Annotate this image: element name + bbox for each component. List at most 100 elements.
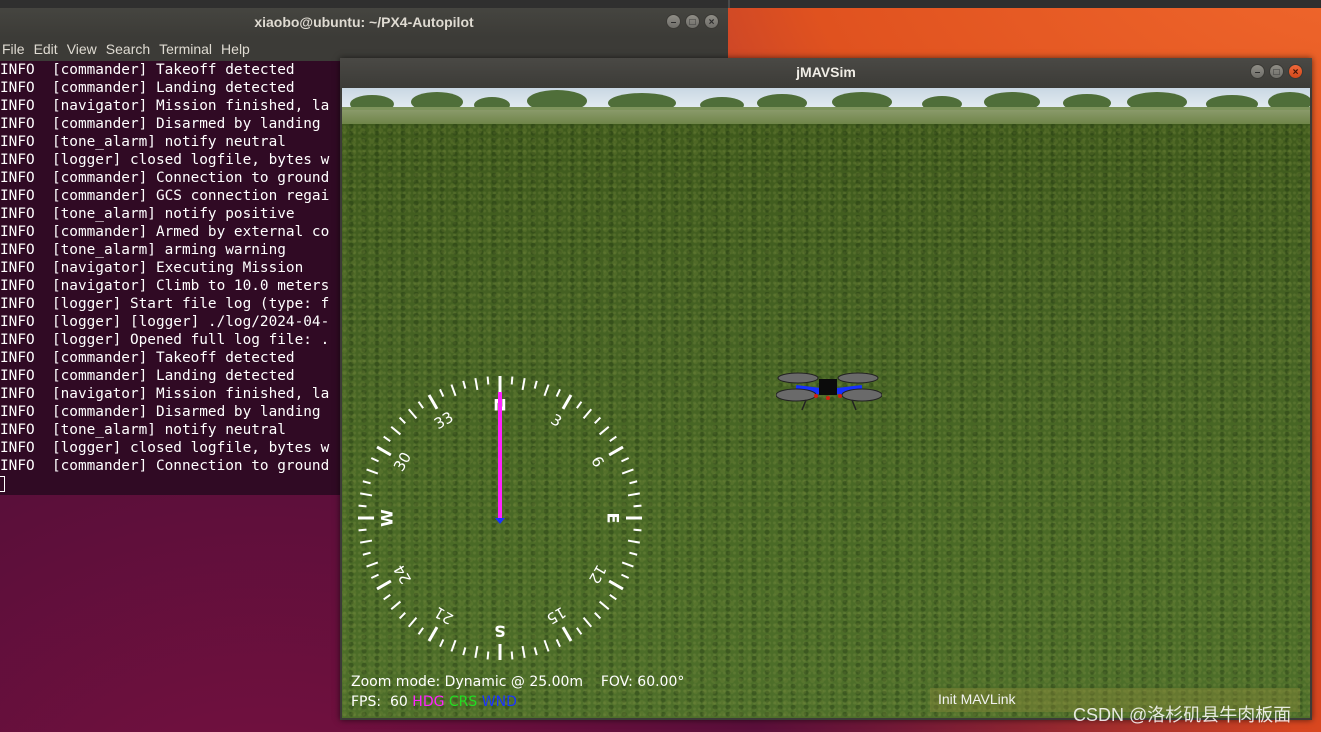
compass-tick <box>417 627 424 635</box>
compass-tick <box>358 504 367 508</box>
compass-degree-label: 15 <box>543 603 569 628</box>
maximize-button[interactable]: □ <box>685 14 700 29</box>
compass-tick <box>533 380 538 389</box>
compass-tick <box>398 416 406 424</box>
jmavsim-title: jMAVSim <box>796 64 856 80</box>
compass-tick <box>621 561 634 568</box>
fps-label: FPS: <box>351 694 382 710</box>
jmavsim-window[interactable]: jMAVSim – □ × 3 6 E 12 15 S 21 24 W 30 3… <box>340 58 1312 720</box>
compass-tick <box>486 376 490 385</box>
compass-tick <box>608 445 624 457</box>
compass-tick <box>598 425 610 436</box>
compass-degree-label: 3 <box>548 410 565 430</box>
compass-degree-label: 30 <box>390 449 415 475</box>
compass-rose: N36E1215S2124W3033 <box>358 376 642 660</box>
compass-degree-label: 33 <box>431 408 457 433</box>
compass-tick <box>576 627 583 635</box>
compass-tick <box>439 388 445 397</box>
menu-terminal[interactable]: Terminal <box>157 41 216 57</box>
compass-tick <box>390 425 402 436</box>
compass-tick <box>370 457 379 463</box>
compass-tick <box>621 573 630 579</box>
compass-tick <box>366 468 379 475</box>
minimize-button[interactable]: – <box>1250 64 1265 79</box>
compass-tick <box>594 416 602 424</box>
compass-tick <box>407 616 418 628</box>
compass-tick <box>561 394 573 410</box>
menu-help[interactable]: Help <box>219 41 254 57</box>
compass-tick <box>427 394 439 410</box>
compass-tick <box>362 551 371 556</box>
compass-degree-label: 6 <box>587 453 607 470</box>
compass-tick <box>376 579 392 591</box>
compass-tick <box>366 561 379 568</box>
treeline <box>342 90 1310 110</box>
compass-tick <box>609 594 617 601</box>
compass-tick <box>510 651 514 660</box>
maximize-button[interactable]: □ <box>1269 64 1284 79</box>
compass-tick <box>417 401 424 409</box>
wind-marker <box>495 518 505 524</box>
compass-tick <box>582 408 593 420</box>
compass-cardinal-label: S <box>494 622 506 641</box>
compass-tick <box>383 594 391 601</box>
compass-tick <box>594 612 602 620</box>
compass-tick <box>521 377 526 391</box>
compass-tick <box>598 600 610 611</box>
csdn-watermark: CSDN @洛杉矶县牛肉板面 <box>1073 705 1292 725</box>
compass-tick <box>376 445 392 457</box>
compass-tick <box>474 645 479 659</box>
menu-view[interactable]: View <box>65 41 101 57</box>
compass-tick <box>582 616 593 628</box>
terminal-title: xiaobo@ubuntu: ~/PX4-Autopilot <box>254 14 474 30</box>
zoom-label: Zoom mode: Dynamic @ 25.00m <box>351 674 584 690</box>
compass-degree-label: 12 <box>585 561 610 587</box>
close-button[interactable]: × <box>1288 64 1303 79</box>
compass-tick <box>359 539 373 544</box>
compass-tick <box>627 539 641 544</box>
quadcopter-drone[interactable] <box>776 368 882 413</box>
compass-tick <box>462 380 467 389</box>
menu-search[interactable]: Search <box>104 41 154 57</box>
fov-label: FOV: 60.00° <box>600 674 685 690</box>
compass-tick <box>383 435 391 442</box>
menu-edit[interactable]: Edit <box>32 41 62 57</box>
compass-tick <box>555 639 561 648</box>
compass-tick <box>370 573 379 579</box>
minimize-button[interactable]: – <box>666 14 681 29</box>
compass-tick <box>608 579 624 591</box>
compass-cardinal-label: W <box>378 509 397 527</box>
jmavsim-titlebar[interactable]: jMAVSim – □ × <box>340 58 1312 88</box>
compass-tick <box>398 612 406 620</box>
compass-tick <box>621 468 634 475</box>
compass-degree-label: 24 <box>390 561 415 587</box>
compass-tick <box>621 457 630 463</box>
compass-tick <box>555 388 561 397</box>
terminal-titlebar[interactable]: xiaobo@ubuntu: ~/PX4-Autopilot – □ × <box>0 8 728 37</box>
jmavsim-window-controls: – □ × <box>1250 64 1303 79</box>
compass-tick <box>609 435 617 442</box>
distant-field <box>342 110 1310 124</box>
panel-separator <box>728 0 730 8</box>
menu-file[interactable]: File <box>0 41 29 57</box>
compass-tick <box>390 600 402 611</box>
compass-tick <box>633 528 642 532</box>
close-button[interactable]: × <box>704 14 719 29</box>
compass-tick <box>533 647 538 656</box>
fps-readout: FPS: 60 HDG CRS WND <box>351 694 517 710</box>
terminal-window-controls: – □ × <box>666 14 719 29</box>
sim-3d-viewport[interactable]: N36E1215S2124W3033 Zoom mode: Dynamic @ … <box>342 88 1310 718</box>
compass-tick <box>462 647 467 656</box>
hdg-legend: HDG <box>412 694 445 710</box>
compass-tick <box>629 480 638 485</box>
top-panel-strip <box>0 0 1321 8</box>
crs-legend: CRS <box>448 694 478 710</box>
compass-tick <box>629 551 638 556</box>
compass-cardinal-label: E <box>604 513 623 524</box>
zoom-mode-readout: Zoom mode: Dynamic @ 25.00m FOV: 60.00° <box>351 674 684 690</box>
compass-tick <box>543 639 550 652</box>
compass-tick <box>359 492 373 497</box>
compass-tick <box>439 639 445 648</box>
fps-value: 60 <box>390 694 408 710</box>
compass-tick <box>450 639 457 652</box>
